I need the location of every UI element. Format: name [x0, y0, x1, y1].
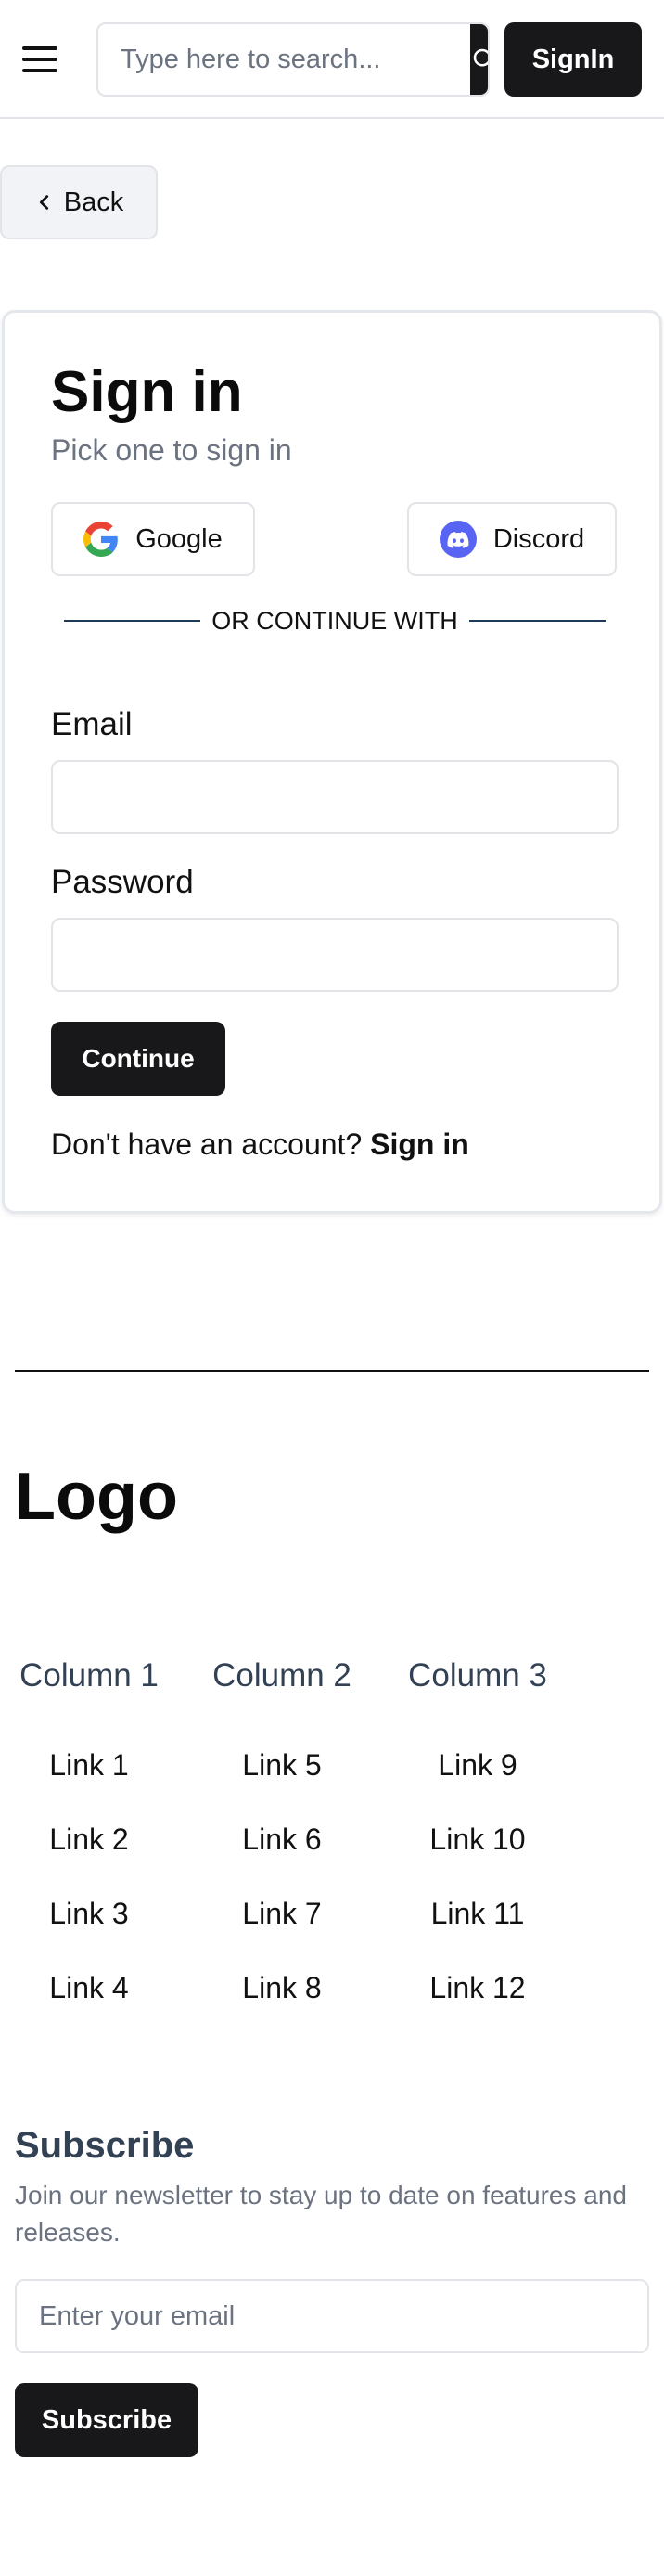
footer-link[interactable]: Link 11	[399, 1876, 556, 1951]
footer-column-title: Column 3	[408, 1657, 547, 1694]
footer-column-title: Column 2	[212, 1657, 351, 1694]
continue-button[interactable]: Continue	[51, 1022, 225, 1096]
subscribe-description: Join our newsletter to stay up to date o…	[15, 2181, 627, 2247]
footer-link[interactable]: Link 1	[15, 1728, 163, 1802]
menu-bar	[22, 58, 57, 61]
chevron-left-icon	[39, 195, 48, 210]
account-prompt: Don't have an account? Sign in	[51, 1127, 469, 1162]
signin-link[interactable]: Sign in	[370, 1127, 469, 1161]
footer-link[interactable]: Link 9	[399, 1728, 556, 1802]
footer-link[interactable]: Link 4	[15, 1951, 163, 2025]
footer-link[interactable]: Link 8	[206, 1951, 358, 2025]
footer-link[interactable]: Link 5	[206, 1728, 358, 1802]
footer-link[interactable]: Link 10	[399, 1802, 556, 1876]
footer-link[interactable]: Link 3	[15, 1876, 163, 1951]
or-divider: OR CONTINUE WITH	[64, 602, 607, 639]
google-signin-button[interactable]: Google	[51, 502, 255, 576]
footer-column-2: Column 2 Link 5 Link 6 Link 7 Link 8	[206, 1657, 358, 2025]
account-prompt-text: Don't have an account?	[51, 1127, 363, 1161]
divider-text: OR CONTINUE WITH	[211, 606, 458, 635]
hamburger-menu-icon[interactable]	[22, 37, 67, 82]
discord-icon	[439, 521, 477, 558]
search-input[interactable]	[98, 24, 470, 95]
discord-label: Discord	[492, 523, 585, 554]
search-bar	[96, 22, 490, 97]
footer-link[interactable]: Link 7	[206, 1876, 358, 1951]
footer-column-1: Column 1 Link 1 Link 2 Link 3 Link 4	[15, 1657, 163, 2025]
top-navbar: SignIn	[0, 0, 664, 119]
menu-bar	[22, 69, 57, 72]
google-icon	[83, 522, 119, 557]
back-button[interactable]: Back	[0, 165, 158, 239]
search-button[interactable]	[470, 24, 488, 95]
footer-column-3: Column 3 Link 9 Link 10 Link 11 Link 12	[399, 1657, 556, 2025]
footer-column-title: Column 1	[19, 1657, 159, 1694]
footer-divider	[15, 1370, 649, 1372]
footer-link[interactable]: Link 6	[206, 1802, 358, 1876]
email-field[interactable]	[51, 760, 619, 834]
divider-line	[64, 620, 201, 622]
email-label: Email	[51, 706, 133, 742]
footer-logo[interactable]: Logo	[15, 1459, 178, 1535]
signin-title: Sign in	[51, 360, 243, 424]
footer-link[interactable]: Link 12	[399, 1951, 556, 2025]
footer-link[interactable]: Link 2	[15, 1802, 163, 1876]
subscribe-title: Subscribe	[15, 2125, 195, 2166]
menu-bar	[22, 46, 57, 50]
subscribe-button[interactable]: Subscribe	[15, 2383, 198, 2457]
signin-subtitle: Pick one to sign in	[51, 433, 292, 467]
password-label: Password	[51, 864, 194, 900]
google-label: Google	[135, 523, 223, 554]
subscribe-email-input[interactable]	[15, 2279, 649, 2353]
header-signin-button[interactable]: SignIn	[504, 22, 642, 97]
password-field[interactable]	[51, 918, 619, 992]
back-label: Back	[63, 187, 124, 217]
divider-line	[468, 620, 607, 622]
discord-signin-button[interactable]: Discord	[407, 502, 617, 576]
search-icon	[473, 48, 488, 67]
signin-card: Sign in Pick one to sign in Google Disco…	[2, 310, 662, 1214]
